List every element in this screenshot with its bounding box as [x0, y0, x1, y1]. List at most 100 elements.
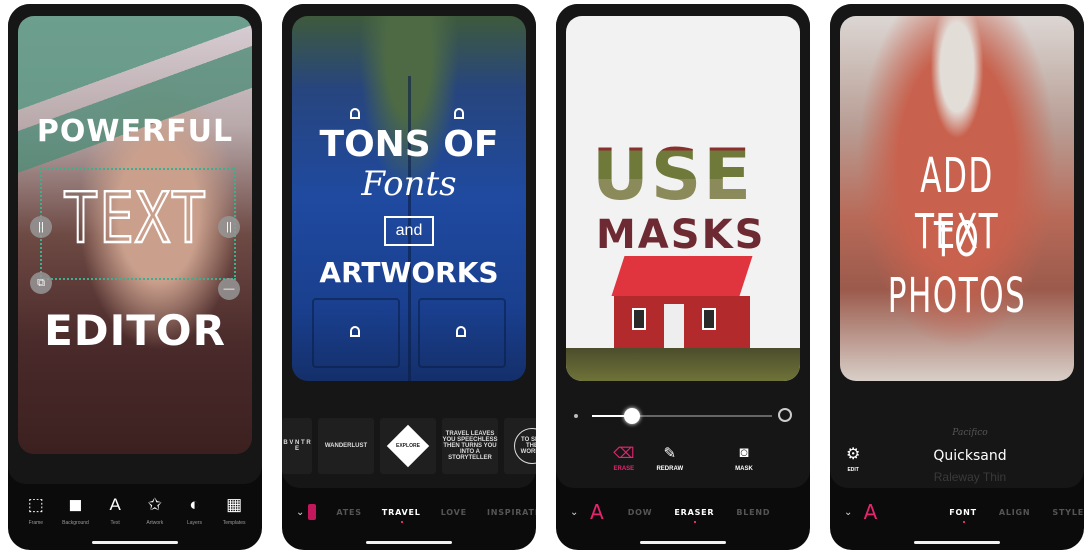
photo-canvas[interactable]: USE MASKS — [566, 16, 800, 381]
photo-canvas[interactable]: TONS OF Fonts and ARTWORKS — [292, 16, 526, 381]
remove-handle[interactable]: — — [218, 278, 240, 300]
home-indicator — [92, 541, 178, 544]
templates-icon[interactable] — [308, 504, 317, 520]
house-roof — [611, 256, 753, 296]
tool-label: Templates — [222, 520, 246, 526]
artwork-item[interactable]: TO SEE THE WORLD — [504, 418, 536, 474]
tab-font[interactable]: FONT — [949, 508, 977, 523]
headline-masks: MASKS — [596, 212, 766, 258]
eraser-icon: ⌫ — [613, 445, 635, 462]
tab-love[interactable]: LOVE — [441, 508, 467, 517]
phone-text-editor: POWERFUL TEXT || || ⧉ — EDITOR ⬚ Frame ◼ B… — [8, 4, 262, 550]
door-knob-icon — [350, 108, 360, 119]
text-tool-icon[interactable]: A — [864, 500, 878, 524]
tab-travel[interactable]: TRAVEL — [382, 508, 421, 523]
artwork-item[interactable]: B V N T R E — [282, 418, 312, 474]
tool-label: Artwork — [146, 520, 164, 526]
edit-button[interactable]: ⚙ EDIT — [846, 444, 860, 473]
small-brush-icon — [574, 414, 578, 418]
text-tool-icon[interactable]: A — [590, 500, 604, 524]
tool-frame[interactable]: ⬚ Frame — [17, 494, 55, 526]
tool-redraw[interactable]: ✎ REDRAW — [656, 444, 683, 472]
artwork-icon: ✩ — [147, 495, 162, 514]
photo-canvas[interactable]: ADD TEXT TO PHOTOS — [840, 16, 1074, 381]
headline-use: USE — [592, 134, 754, 216]
headline-tons-of: TONS OF — [319, 124, 499, 165]
font-option-selected[interactable]: Quicksand — [890, 448, 1050, 464]
headline-text[interactable]: TEXT — [18, 176, 252, 260]
tool-mask[interactable]: ◙ MASK — [735, 444, 753, 472]
house-window — [702, 308, 716, 330]
door-knob-icon — [454, 108, 464, 119]
text-tabbar: ⌄ A FONT ALIGN STYLE — [830, 500, 1084, 524]
frame-icon: ⬚ — [27, 495, 44, 514]
layers-icon: ◐ — [189, 495, 200, 514]
tool-label: MASK — [735, 466, 753, 472]
text-icon: A — [109, 495, 121, 514]
tab-eraser[interactable]: ERASER — [674, 508, 714, 523]
phone-fonts-artworks: TONS OF Fonts and ARTWORKS B V N T R E W… — [282, 4, 536, 550]
diamond-badge-icon: EXPLORE — [386, 424, 430, 468]
tool-label: REDRAW — [656, 466, 684, 472]
effects-tabbar: ⌄ A DOW ERASER BLEND — [556, 500, 810, 524]
tab-blend[interactable]: BLEND — [736, 508, 770, 517]
home-indicator — [640, 541, 726, 544]
circle-badge-icon: TO SEE THE WORLD — [514, 428, 536, 464]
headline-artworks: ARTWORKS — [319, 256, 499, 289]
artwork-label: EXPLORE — [396, 443, 420, 449]
mask-icon: ◙ — [739, 444, 749, 461]
font-option-next[interactable]: Raleway Thin — [890, 470, 1050, 484]
artwork-item[interactable]: TRAVEL LEAVES YOU SPEECHLESS THEN TURNS … — [442, 418, 498, 474]
grass-ground — [566, 348, 800, 381]
door-panel — [418, 298, 506, 368]
red-house-image — [608, 256, 758, 354]
chevron-down-icon[interactable]: ⌄ — [844, 507, 858, 518]
tool-artwork[interactable]: ✩ Artwork — [136, 494, 174, 526]
tool-label: Frame — [28, 520, 44, 526]
tab-align[interactable]: ALIGN — [999, 508, 1031, 517]
headline-and: and — [384, 216, 434, 246]
tab-shadow[interactable]: DOW — [628, 508, 653, 517]
tool-layers[interactable]: ◐ Layers — [175, 494, 213, 526]
door-knob-icon — [350, 326, 360, 337]
tool-label: Background — [62, 520, 89, 526]
gear-icon: ⚙ — [846, 446, 861, 463]
chevron-down-icon[interactable]: ⌄ — [570, 507, 584, 518]
tool-label: ERASE — [613, 466, 635, 472]
eraser-tools: ⌫ ERASE ✎ REDRAW ◙ MASK — [556, 444, 810, 472]
photo-canvas[interactable]: POWERFUL TEXT || || ⧉ — EDITOR — [18, 16, 252, 454]
edit-label: EDIT — [847, 467, 859, 473]
door-knob-icon — [456, 326, 466, 337]
font-picker[interactable]: Pacifico Quicksand Raleway Thin — [890, 428, 1050, 484]
house-window — [632, 308, 646, 330]
templates-icon: ▦ — [226, 495, 243, 514]
tool-erase[interactable]: ⌫ ERASE — [613, 444, 634, 472]
chevron-down-icon[interactable]: ⌄ — [296, 507, 304, 518]
resize-handle-left[interactable]: || — [30, 216, 52, 238]
house-door — [664, 304, 684, 352]
headline-editor: EDITOR — [44, 306, 226, 355]
tool-background[interactable]: ◼ Background — [56, 494, 94, 526]
duplicate-handle[interactable]: ⧉ — [30, 272, 52, 294]
resize-handle-right[interactable]: || — [218, 216, 240, 238]
font-option-previous[interactable]: Pacifico — [890, 428, 1050, 438]
headline-fonts: Fonts — [361, 164, 457, 204]
tab-ates[interactable]: ATES — [336, 508, 361, 517]
tool-label: Layers — [186, 520, 202, 526]
home-indicator — [366, 541, 452, 544]
artwork-carousel[interactable]: B V N T R E WANDERLUST EXPLORE TRAVEL LE… — [282, 418, 536, 474]
artwork-item[interactable]: EXPLORE — [380, 418, 436, 474]
door-panel — [312, 298, 400, 368]
home-indicator — [914, 541, 1000, 544]
slider-thumb[interactable] — [623, 408, 640, 424]
brush-size-slider[interactable] — [574, 408, 794, 424]
headline-powerful: POWERFUL — [36, 114, 234, 149]
phone-add-text: ADD TEXT TO PHOTOS ⚙ EDIT Pacifico Quick… — [830, 4, 1084, 550]
tool-templates[interactable]: ▦ Templates — [215, 494, 253, 526]
tool-text[interactable]: A Text — [96, 494, 134, 526]
headline-to-photos: TO PHOTOS — [887, 212, 1027, 324]
large-brush-icon — [778, 408, 792, 422]
tab-style[interactable]: STYLE — [1052, 508, 1084, 517]
artwork-item[interactable]: WANDERLUST — [318, 418, 374, 474]
tab-inspiration[interactable]: INSPIRATI — [487, 508, 536, 517]
